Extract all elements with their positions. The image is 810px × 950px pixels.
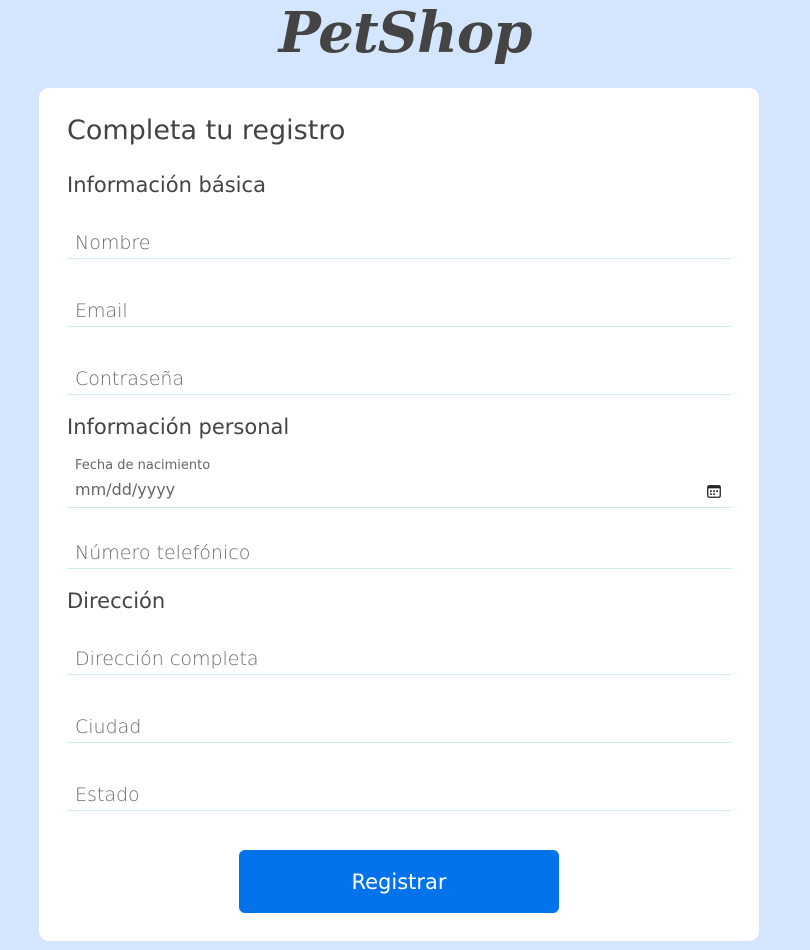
birthdate-label: Fecha de nacimiento (75, 458, 211, 473)
nombre-field (67, 228, 731, 259)
password-input[interactable] (67, 364, 715, 394)
form-title: Completa tu registro (67, 115, 346, 146)
email-field (67, 296, 731, 327)
section-title-personal: Información personal (67, 415, 290, 439)
address-field (67, 644, 731, 675)
city-field (67, 712, 731, 743)
calendar-icon[interactable] (707, 484, 721, 498)
section-title-basic: Información básica (67, 173, 266, 197)
birthdate-field[interactable]: Fecha de nacimiento mm/dd/yyyy (67, 458, 731, 508)
state-field (67, 780, 731, 811)
birthdate-value[interactable]: mm/dd/yyyy (75, 480, 175, 499)
email-input[interactable] (67, 296, 715, 326)
phone-input[interactable] (67, 538, 715, 568)
logo: PetShop (278, 0, 533, 66)
city-input[interactable] (67, 712, 715, 742)
address-input[interactable] (67, 644, 715, 674)
section-title-address: Dirección (67, 589, 166, 613)
nombre-input[interactable] (67, 228, 715, 258)
password-field (67, 364, 731, 395)
phone-field (67, 538, 731, 569)
register-button[interactable]: Registrar (239, 850, 559, 913)
registration-card: Completa tu registro Información básica … (39, 88, 759, 941)
state-input[interactable] (67, 780, 715, 810)
